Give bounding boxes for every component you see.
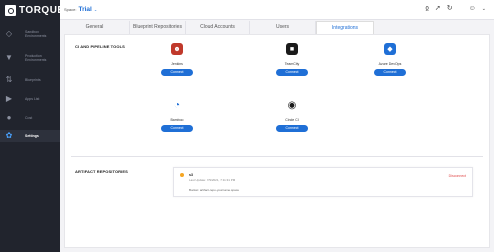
sidebar-item-label: Settings <box>25 134 39 138</box>
sidebar-item-production[interactable]: ▼ Production Environments <box>0 51 60 65</box>
rocket-icon[interactable]: ➚ <box>435 5 441 13</box>
jenkins-icon: ☻ <box>171 43 183 55</box>
ci-section-title: CI AND PIPELINE TOOLS <box>75 44 125 49</box>
connect-jenkins-button[interactable]: Connect <box>161 69 193 76</box>
ear-icon[interactable]: ჲ <box>425 5 429 13</box>
sidebar-item-sandbox[interactable]: ◇ Sandbox Environments <box>0 27 60 41</box>
tool-name: Circle CI <box>285 118 299 122</box>
top-bar: Space: Trial ⌄ ჲ ➚ ↻ ☺ ⌄ <box>60 0 494 20</box>
diamond-icon: ◇ <box>5 29 13 38</box>
tab-general[interactable]: General <box>60 21 130 34</box>
sidebar: TORQUE ◇ Sandbox Environments ▼ Producti… <box>0 0 64 252</box>
connect-circleci-button[interactable]: Connect <box>276 125 308 132</box>
logo-text: TORQUE <box>19 5 65 16</box>
repo-last-update: Last Update: 7/9/2021, 7:11:31 PM <box>189 178 236 182</box>
blueprint-icon: ⇅ <box>5 75 13 84</box>
chevron-down-icon[interactable]: ⌄ <box>482 5 486 13</box>
sidebar-item-cost[interactable]: ● Cost <box>0 112 60 124</box>
sidebar-item-settings[interactable]: ✿ Settings <box>0 130 60 142</box>
tab-blueprint-repositories[interactable]: Blueprint Repositories <box>130 21 186 34</box>
space-label: Space: <box>64 7 77 12</box>
tab-users[interactable]: Users <box>250 21 316 34</box>
chevron-down-icon: ⌄ <box>93 7 98 12</box>
space-name: Trial <box>78 6 92 13</box>
refresh-icon[interactable]: ↻ <box>447 5 453 13</box>
torque-logo-icon <box>5 5 16 16</box>
user-icon[interactable]: ☺ <box>469 5 476 13</box>
gear-icon: ✿ <box>5 131 13 140</box>
artifact-section-title: ARTIFACT REPOSITORIES <box>75 169 128 174</box>
sidebar-item-label: Production Environments <box>25 54 47 63</box>
teamcity-icon: ■ <box>286 43 298 55</box>
connect-bamboo-button[interactable]: Connect <box>161 125 193 132</box>
sidebar-item-label: Cost <box>25 116 33 120</box>
connect-teamcity-button[interactable]: Connect <box>276 69 308 76</box>
settings-tabs: General Blueprint Repositories Cloud Acc… <box>60 21 494 34</box>
connect-azure-devops-button[interactable]: Connect <box>374 69 406 76</box>
tool-name: Jenkins <box>171 62 183 66</box>
circleci-icon: ◉ <box>286 99 298 111</box>
repo-bucket: Bucket: artifact-repo-yourname.space <box>189 188 240 192</box>
sidebar-item-blueprints[interactable]: ⇅ Blueprints <box>0 74 60 86</box>
section-divider <box>71 156 483 157</box>
tool-name: Azure DevOps <box>378 62 402 66</box>
apps-icon: ▶ <box>5 94 13 103</box>
tab-cloud-accounts[interactable]: Cloud Accounts <box>186 21 250 34</box>
repo-status-icon <box>180 173 184 177</box>
sidebar-item-label: Sandbox Environments <box>25 30 47 39</box>
azure-devops-icon: ◆ <box>384 43 396 55</box>
filter-icon: ▼ <box>5 53 13 62</box>
artifact-repo-card: s3 Last Update: 7/9/2021, 7:11:31 PM Dis… <box>173 167 473 197</box>
repo-name: s3 <box>189 173 193 177</box>
integrations-panel: CI AND PIPELINE TOOLS ☻ Jenkins Connect … <box>64 34 490 248</box>
torque-logo[interactable]: TORQUE <box>5 4 65 17</box>
tool-name: Bamboo <box>170 118 184 122</box>
tab-integrations[interactable]: Integrations <box>316 21 374 34</box>
disconnect-button[interactable]: Disconnect <box>449 174 466 178</box>
cost-icon: ● <box>6 113 12 122</box>
sidebar-item-label: Apps List <box>25 97 40 101</box>
bamboo-icon: ◔ <box>171 99 183 111</box>
space-selector[interactable]: Space: Trial ⌄ <box>64 6 97 13</box>
sidebar-item-apps[interactable]: ▶ Apps List <box>0 93 60 105</box>
sidebar-item-label: Blueprints <box>25 78 41 82</box>
top-icons: ჲ ➚ ↻ ☺ ⌄ <box>425 5 486 13</box>
tool-name: TeamCity <box>284 62 300 66</box>
